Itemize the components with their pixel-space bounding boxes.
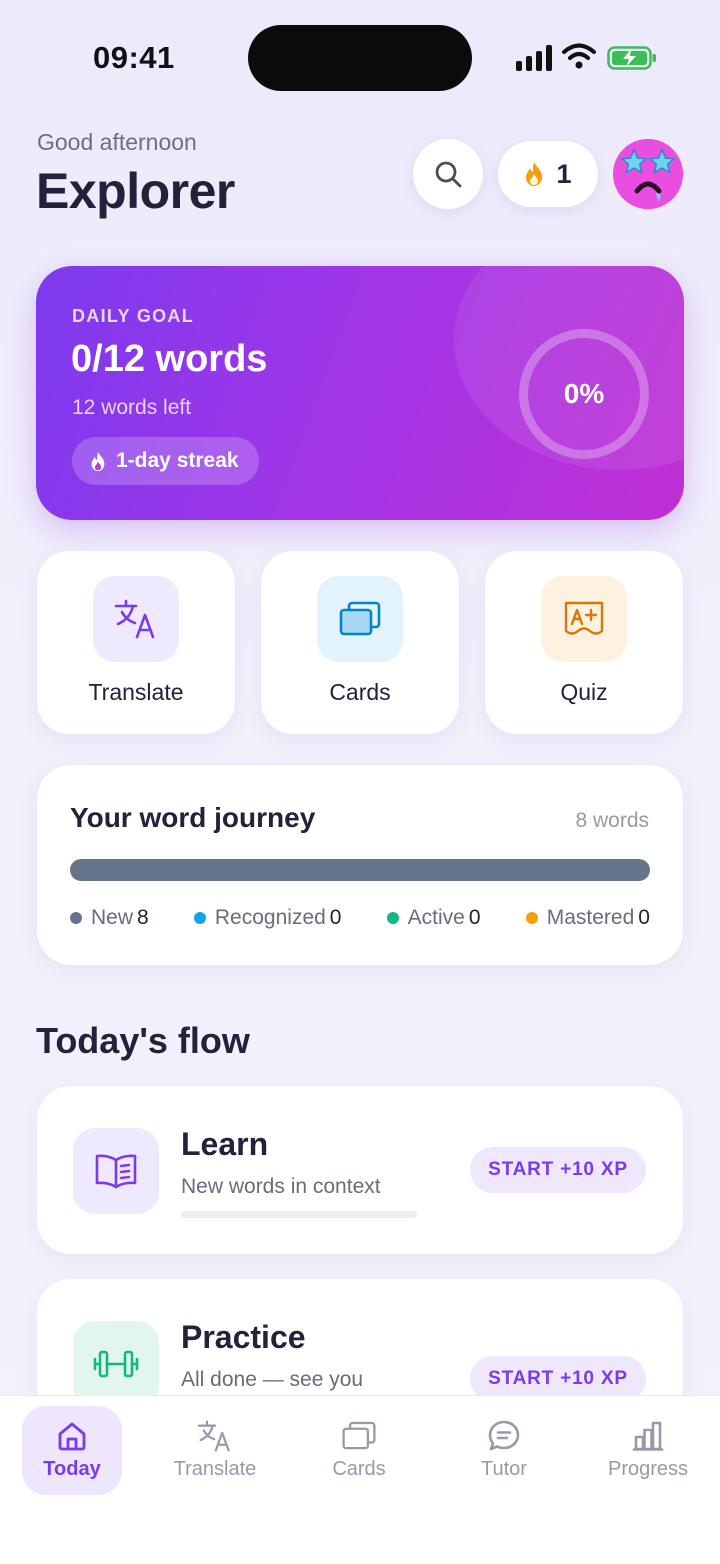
quiz-icon	[541, 576, 627, 662]
translate-icon	[197, 1418, 233, 1454]
cards-icon	[317, 576, 403, 662]
nav-tab-progress[interactable]: Progress	[598, 1406, 698, 1495]
word-journey-card[interactable]: Your word journey 8 words New 8 Recogniz…	[37, 765, 683, 965]
legend-label-new: New	[91, 906, 134, 929]
daily-goal-label: DAILY GOAL	[72, 306, 195, 326]
nav-label-today: Today	[43, 1458, 101, 1480]
flame-icon	[526, 162, 543, 186]
legend-active: Active 0	[386, 906, 481, 930]
streak-badge: 1-day streak	[72, 437, 259, 485]
bottom-navigation: Today Translate Cards Tutor Progress	[0, 1395, 720, 1564]
cards-icon	[342, 1418, 376, 1454]
nav-tab-cards[interactable]: Cards	[309, 1406, 409, 1495]
journey-legend: New 8 Recognized 0 Active 0 Mastered 0	[70, 906, 650, 930]
streak-count: 1	[556, 158, 572, 189]
journey-word-count: 8 words	[575, 809, 649, 832]
legend-dot-new	[70, 912, 82, 924]
search-button[interactable]	[413, 139, 483, 209]
flame-icon	[91, 451, 105, 471]
wifi-icon	[562, 43, 596, 69]
avatar[interactable]	[613, 139, 683, 209]
legend-label-mastered: Mastered	[546, 906, 635, 929]
nav-label-tutor: Tutor	[481, 1458, 527, 1480]
greeting: Good afternoon	[37, 129, 197, 155]
goal-percent: 0%	[563, 378, 605, 409]
legend-dot-recognized	[193, 912, 206, 924]
daily-goal-value: 0/12 words	[71, 338, 268, 380]
legend-value-new: 8	[137, 906, 149, 929]
dynamic-island	[248, 25, 472, 91]
status-bar: 09:41	[0, 0, 720, 110]
legend-mastered: Mastered 0	[525, 906, 650, 930]
battery-charging-icon	[607, 46, 656, 70]
star-eyes-emoji-avatar	[613, 139, 683, 209]
learn-subtitle: New words in context	[181, 1175, 381, 1198]
journey-progress-bar	[70, 859, 650, 881]
goal-progress-ring: 0%	[519, 329, 649, 459]
legend-value-mastered: 0	[638, 906, 650, 929]
daily-goal-card[interactable]: DAILY GOAL 0/12 words 12 words left 1-da…	[36, 266, 684, 520]
learn-start-button[interactable]: START +10 XP	[470, 1147, 646, 1193]
translate-icon	[93, 576, 179, 662]
practice-subtitle: All done — see you	[181, 1368, 364, 1391]
translate-action-label: Translate	[88, 679, 184, 705]
learn-flow-card[interactable]: Learn New words in context START +10 XP	[37, 1086, 683, 1254]
journey-title: Your word journey	[70, 802, 316, 833]
bar-chart-icon	[632, 1418, 664, 1454]
nav-label-translate: Translate	[173, 1458, 257, 1480]
status-time: 09:41	[93, 40, 175, 75]
chat-icon	[487, 1418, 521, 1454]
legend-recognized: Recognized 0	[193, 906, 342, 930]
nav-tab-today[interactable]: Today	[22, 1406, 122, 1495]
flow-heading: Today's flow	[36, 1020, 250, 1061]
learn-title: Learn	[181, 1126, 269, 1162]
nav-tab-tutor[interactable]: Tutor	[454, 1406, 554, 1495]
search-icon	[435, 161, 462, 188]
nav-label-cards: Cards	[332, 1458, 386, 1480]
cards-action-card[interactable]: Cards	[261, 551, 459, 734]
legend-dot-active	[386, 912, 399, 924]
nav-tab-translate[interactable]: Translate	[165, 1406, 265, 1495]
streak-counter[interactable]: 1	[498, 141, 598, 207]
nav-label-progress: Progress	[607, 1458, 689, 1480]
legend-label-recognized: Recognized	[214, 906, 326, 929]
daily-goal-remaining: 12 words left	[72, 396, 192, 419]
cellular-signal-icon	[516, 45, 552, 71]
user-name: Explorer	[36, 163, 235, 219]
legend-dot-mastered	[525, 912, 538, 924]
translate-action-card[interactable]: Translate	[37, 551, 235, 734]
home-icon	[56, 1418, 88, 1454]
learn-progress-bar	[181, 1211, 417, 1218]
book-icon	[73, 1128, 159, 1214]
streak-badge-label: 1-day streak	[116, 449, 239, 472]
legend-new: New 8	[70, 906, 149, 930]
quiz-action-label: Quiz	[560, 679, 608, 705]
quiz-action-card[interactable]: Quiz	[485, 551, 683, 734]
legend-value-recognized: 0	[329, 906, 342, 929]
legend-value-active: 0	[468, 906, 481, 929]
legend-label-active: Active	[407, 906, 465, 929]
practice-title: Practice	[181, 1319, 306, 1355]
cards-action-label: Cards	[329, 679, 391, 705]
